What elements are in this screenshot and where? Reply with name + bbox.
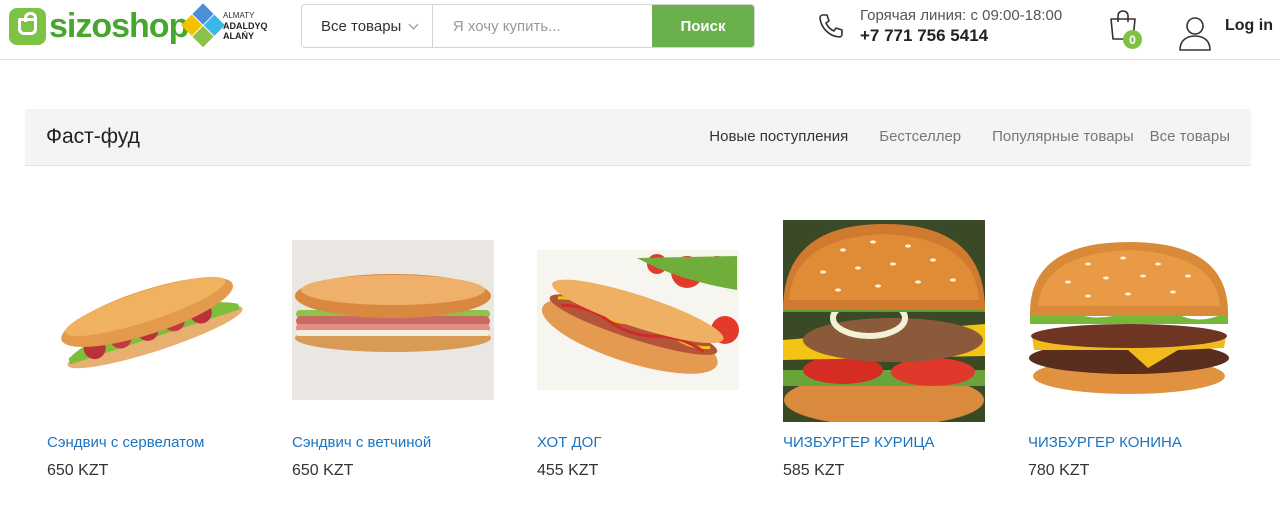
category-bar: Фаст-фуд Новые поступления Бестселлер По… [25,109,1251,166]
ham-sandwich-image [292,240,494,400]
login-link[interactable]: Log in [1225,17,1273,35]
product-price: 780 KZT [1028,462,1090,479]
product-name[interactable]: Сэндвич с сервелатом [47,434,204,451]
tab-all-products[interactable]: Все товары [1150,128,1230,145]
salami-sandwich-image [61,276,243,369]
product-price: 455 KZT [537,462,599,479]
product-name[interactable]: Сэндвич с ветчиной [292,434,431,451]
category-select[interactable]: Все товары [302,5,433,47]
tab-bestseller[interactable]: Бестселлер [879,128,961,145]
horse-cheeseburger-image [1029,242,1229,394]
product-card[interactable]: ХОТ ДОГ 455 KZT [537,200,747,490]
product-grid: Сэндвич с сервелатом 650 KZT Сэндвич с в… [0,200,1280,500]
product-image[interactable] [292,240,494,400]
search-bar: Все товары Поиск [301,4,755,48]
partner-line1: ALMATY [223,11,255,20]
product-image[interactable] [1028,240,1230,400]
product-price: 585 KZT [783,462,845,479]
chevron-down-icon [408,19,419,29]
product-price: 650 KZT [292,462,354,479]
tab-popular[interactable]: Популярные товары [992,128,1134,145]
partner-line3: ALAŃY [223,31,254,41]
user-icon[interactable] [1178,15,1212,51]
product-image[interactable] [783,220,985,422]
product-card[interactable]: ЧИЗБУРГЕР КУРИЦА 585 KZT [783,200,993,490]
site-header: sizoshop ALMATY ADALDYQ ALAŃY Все товары… [0,0,1280,60]
partner-logo: ALMATY ADALDYQ ALAŃY [181,3,268,48]
product-card[interactable]: Сэндвич с сервелатом 650 KZT [47,200,257,490]
category-tabs: Новые поступления Бестселлер Популярные … [678,128,1230,145]
category-title: Фаст-фуд [46,125,140,148]
hotline: Горячая линия: с 09:00-18:00 +7 771 756 … [860,7,1062,46]
cart-button[interactable]: 0 [1107,9,1143,49]
product-price: 650 KZT [47,462,109,479]
hotline-label: Горячая линия: с 09:00-18:00 [860,7,1063,24]
product-name[interactable]: ЧИЗБУРГЕР КОНИНА [1028,434,1182,451]
cart-count-badge: 0 [1123,30,1142,49]
category-select-label: Все товары [321,17,402,35]
search-button[interactable]: Поиск [651,5,754,47]
product-card[interactable]: Сэндвич с ветчиной 650 KZT [292,200,502,490]
logo-text: sizoshop [49,7,189,45]
site-logo[interactable]: sizoshop [9,7,189,45]
product-card[interactable]: ЧИЗБУРГЕР КОНИНА 780 KZT [1028,200,1238,490]
chicken-cheeseburger-image [783,220,985,422]
product-name[interactable]: ХОТ ДОГ [537,434,601,451]
hotline-number[interactable]: +7 771 756 5414 [860,25,1062,46]
shopping-bag-logo-icon [9,7,46,45]
phone-icon [819,14,843,38]
hot-dog-image [537,250,739,390]
partner-line2: ADALDYQ [223,21,268,31]
search-input[interactable] [432,5,652,47]
partner-diamond-icon [180,3,225,48]
product-name[interactable]: ЧИЗБУРГЕР КУРИЦА [783,434,935,451]
tab-new-arrivals[interactable]: Новые поступления [709,128,848,145]
product-image[interactable] [537,250,739,390]
product-image[interactable] [47,220,249,400]
